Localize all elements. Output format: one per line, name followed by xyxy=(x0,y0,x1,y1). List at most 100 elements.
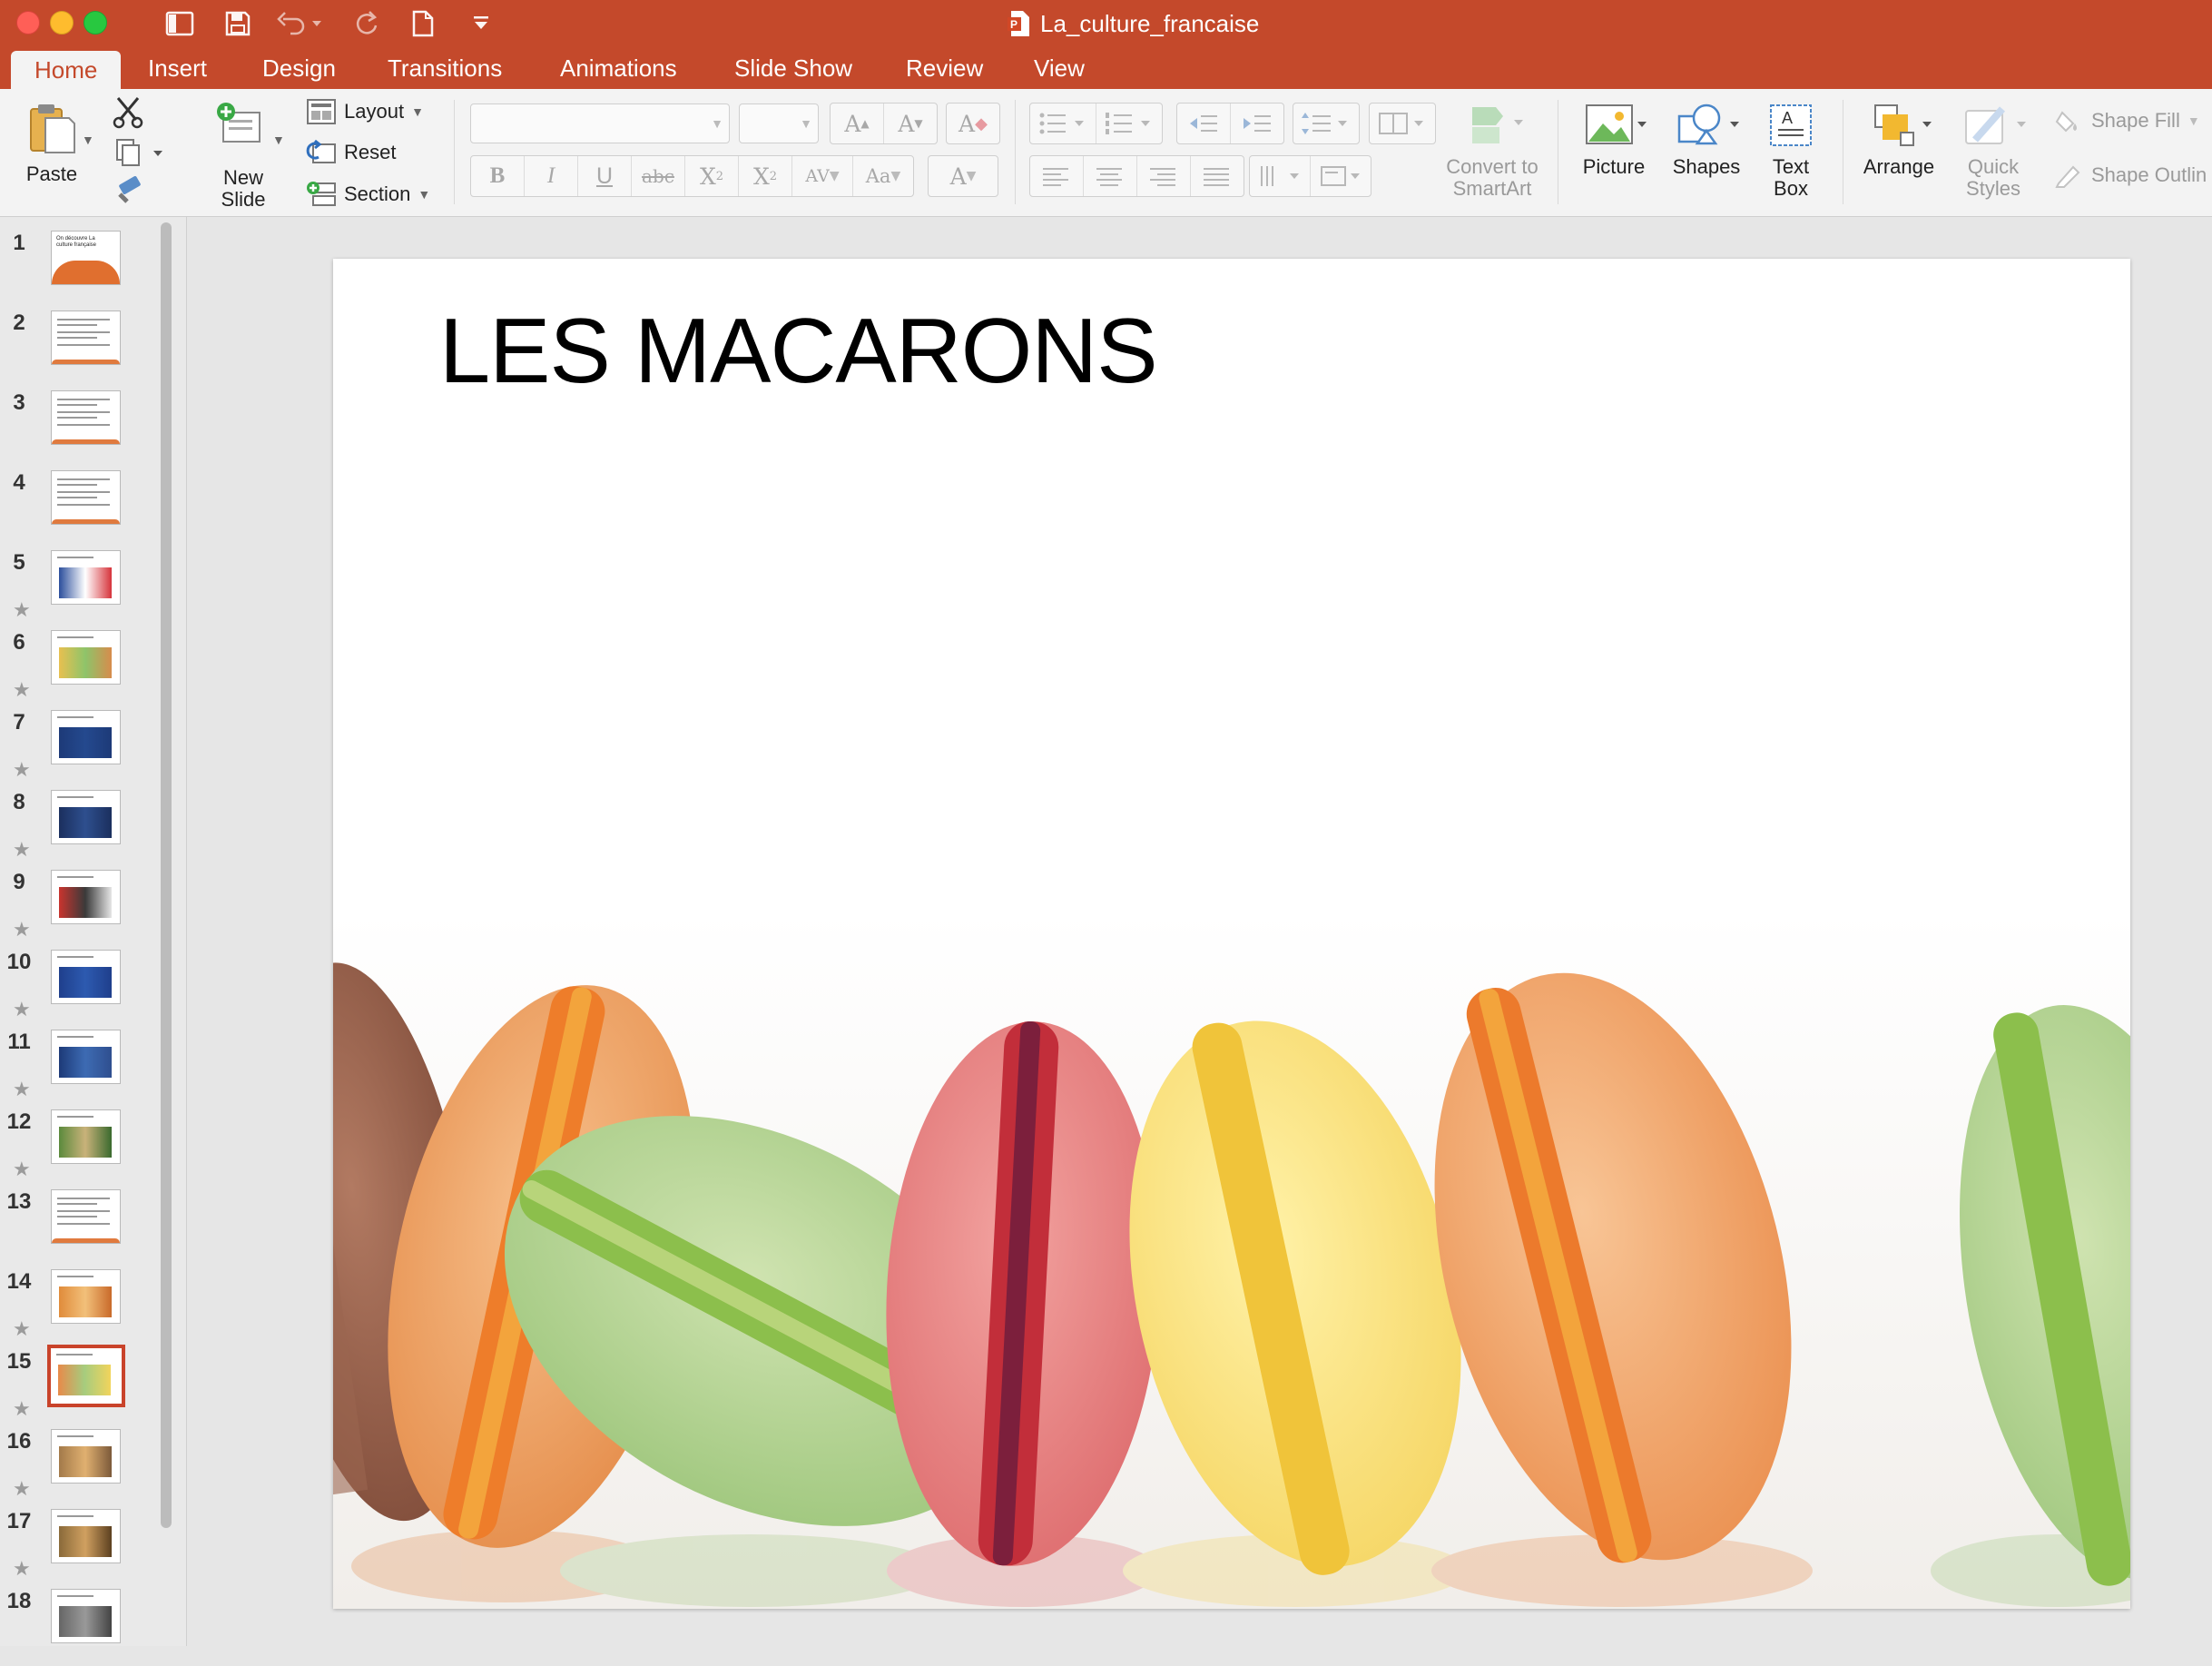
tab-animations[interactable]: Animations xyxy=(536,48,701,89)
sidebar-toggle-icon[interactable] xyxy=(162,5,198,42)
slide-thumbnail-preview[interactable] xyxy=(51,470,121,525)
quick-styles-button[interactable]: Quick Styles xyxy=(1951,102,2035,200)
zoom-window-button[interactable] xyxy=(84,11,107,35)
slide-thumbnail-preview[interactable] xyxy=(51,950,121,1004)
convert-to-smartart-button[interactable]: Convert to SmartArt xyxy=(1438,102,1547,200)
slide-thumbnail-17[interactable]: 17 ★ xyxy=(0,1506,159,1586)
slide-thumbnail-18[interactable]: 18 xyxy=(0,1586,159,1666)
slide-thumbnail-3[interactable]: 3 xyxy=(0,388,159,468)
slide-thumbnail-preview[interactable] xyxy=(51,390,121,445)
slide-thumbnail-preview[interactable] xyxy=(51,870,121,924)
slide-thumbnail-preview[interactable] xyxy=(47,1345,125,1407)
tab-insert[interactable]: Insert xyxy=(124,48,231,89)
slide-thumbnail-preview[interactable] xyxy=(51,311,121,365)
layout-button[interactable]: Layout ▼ xyxy=(306,98,424,125)
align-left-icon[interactable] xyxy=(1030,156,1084,196)
tab-design[interactable]: Design xyxy=(239,48,359,89)
align-right-icon[interactable] xyxy=(1137,156,1191,196)
slide-thumbnail-preview[interactable] xyxy=(51,1189,121,1244)
macarons-photo[interactable] xyxy=(333,912,2130,1609)
slide-thumbnail-16[interactable]: 16 ★ xyxy=(0,1426,159,1506)
tab-home[interactable]: Home xyxy=(11,51,122,89)
align-text-icon[interactable] xyxy=(1311,156,1371,196)
paste-button[interactable]: ▼ Paste xyxy=(13,102,94,185)
increase-indent-icon[interactable] xyxy=(1231,104,1283,143)
italic-icon[interactable]: I xyxy=(525,156,578,196)
slide-thumbnail-preview[interactable] xyxy=(51,710,121,764)
thumbnail-scrollbar[interactable] xyxy=(161,222,172,1528)
slide-thumbnail-9[interactable]: 9 ★ xyxy=(0,867,159,947)
picture-button[interactable]: Picture xyxy=(1572,102,1656,178)
tab-view[interactable]: View xyxy=(1010,48,1108,89)
strikethrough-icon[interactable]: abc xyxy=(632,156,685,196)
format-painter-icon[interactable] xyxy=(109,176,147,212)
new-document-icon[interactable] xyxy=(405,5,441,42)
pencil-icon xyxy=(2055,165,2080,188)
slide-thumbnail-13[interactable]: 13 xyxy=(0,1187,159,1267)
shrink-font-icon[interactable]: A ▼ xyxy=(884,104,937,143)
slide-thumbnail-1[interactable]: 1 On découvre La culture française xyxy=(0,228,159,308)
bold-icon[interactable]: B xyxy=(471,156,525,196)
slide-thumbnail-12[interactable]: 12 ★ xyxy=(0,1107,159,1187)
slide-thumbnail-preview[interactable] xyxy=(51,1109,121,1164)
copy-icon[interactable] xyxy=(109,138,167,174)
numbering-icon[interactable] xyxy=(1096,104,1162,143)
font-size-box[interactable]: ▼ xyxy=(739,104,819,143)
superscript-icon[interactable]: X2 xyxy=(685,156,739,196)
arrange-button[interactable]: Arrange xyxy=(1857,102,1941,178)
cut-icon[interactable] xyxy=(109,96,147,134)
slide-thumbnail-preview[interactable]: On découvre La culture française xyxy=(51,231,121,285)
columns-icon[interactable] xyxy=(1370,104,1435,143)
current-slide[interactable]: LES MACARONS xyxy=(333,259,2130,1609)
slide-thumbnail-preview[interactable] xyxy=(51,1269,121,1324)
slide-thumbnail-7[interactable]: 7 ★ xyxy=(0,707,159,787)
slide-thumbnail-preview[interactable] xyxy=(51,550,121,605)
shape-fill-button[interactable]: Shape Fill ▼ xyxy=(2055,107,2200,134)
shapes-button[interactable]: Shapes xyxy=(1665,102,1748,178)
align-center-icon[interactable] xyxy=(1084,156,1137,196)
text-box-button[interactable]: A Text Box xyxy=(1757,102,1824,200)
reset-button[interactable]: Reset xyxy=(306,139,396,166)
slide-thumbnail-4[interactable]: 4 xyxy=(0,468,159,547)
slide-thumbnail-preview[interactable] xyxy=(51,1509,121,1563)
slide-title[interactable]: LES MACARONS xyxy=(439,300,1158,404)
slide-thumbnail-5[interactable]: 5 ★ xyxy=(0,547,159,627)
change-case-icon[interactable]: Aa ▼ xyxy=(853,156,913,196)
slide-thumbnail-11[interactable]: 11 ★ xyxy=(0,1027,159,1107)
line-spacing-icon[interactable] xyxy=(1293,104,1359,143)
customize-toolbar-icon[interactable] xyxy=(463,5,499,42)
save-icon[interactable] xyxy=(220,5,256,42)
character-spacing-icon[interactable]: AV ▼ xyxy=(792,156,853,196)
font-name-box[interactable]: ▼ xyxy=(470,104,730,143)
bullets-icon[interactable] xyxy=(1030,104,1096,143)
slide-thumbnail-preview[interactable] xyxy=(51,790,121,844)
clear-formatting-icon[interactable]: A ◆ xyxy=(947,104,999,143)
grow-font-icon[interactable]: A ▲ xyxy=(831,104,884,143)
decrease-indent-icon[interactable] xyxy=(1177,104,1231,143)
slide-thumbnail-preview[interactable] xyxy=(51,1589,121,1643)
close-window-button[interactable] xyxy=(16,11,40,35)
undo-icon[interactable] xyxy=(272,5,327,42)
underline-icon[interactable]: U xyxy=(578,156,632,196)
slide-thumbnail-6[interactable]: 6 ★ xyxy=(0,627,159,707)
justify-icon[interactable] xyxy=(1191,156,1244,196)
tab-slide-show[interactable]: Slide Show xyxy=(711,48,876,89)
section-button[interactable]: Section ▼ xyxy=(306,180,430,209)
slide-thumbnail-10[interactable]: 10 ★ xyxy=(0,947,159,1027)
slide-thumbnail-preview[interactable] xyxy=(51,1030,121,1084)
new-slide-button[interactable]: ▼ New Slide xyxy=(202,102,285,211)
minimize-window-button[interactable] xyxy=(50,11,74,35)
slide-thumbnail-preview[interactable] xyxy=(51,630,121,685)
slide-thumbnail-preview[interactable] xyxy=(51,1429,121,1484)
slide-thumbnail-14[interactable]: 14 ★ xyxy=(0,1267,159,1346)
redo-icon[interactable] xyxy=(349,5,385,42)
slide-thumbnail-2[interactable]: 2 xyxy=(0,308,159,388)
text-direction-icon[interactable] xyxy=(1250,156,1311,196)
slide-thumbnail-15[interactable]: 15 ★ xyxy=(0,1345,159,1426)
slide-thumbnail-8[interactable]: 8 ★ xyxy=(0,787,159,867)
font-color-icon[interactable]: A ▼ xyxy=(929,156,998,196)
shape-outline-button[interactable]: Shape Outlin xyxy=(2055,162,2207,189)
tab-review[interactable]: Review xyxy=(882,48,1007,89)
tab-transitions[interactable]: Transitions xyxy=(364,48,526,89)
subscript-icon[interactable]: X2 xyxy=(739,156,792,196)
